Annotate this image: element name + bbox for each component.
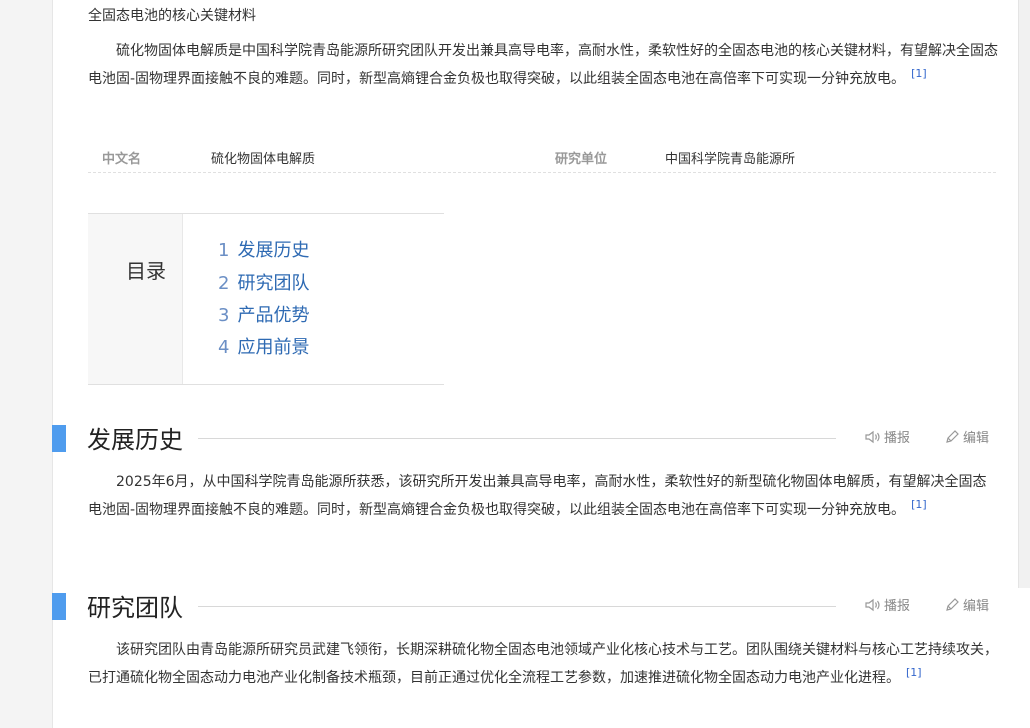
toc-item-label: 研究团队 [237, 273, 310, 294]
lemma-subtitle: 全固态电池的核心关键材料 [88, 8, 256, 24]
play-label: 播报 [884, 431, 911, 446]
toc-item-number: 3 [218, 305, 230, 326]
section-header-history: 发展历史 播报 编辑 [52, 422, 1012, 454]
section-accent-bar [52, 593, 66, 620]
scrollbar-track[interactable] [1018, 0, 1030, 588]
toc-item-label: 产品优势 [237, 305, 310, 326]
left-gutter [0, 0, 53, 728]
edit-button[interactable]: 编辑 [945, 595, 989, 614]
history-reference-link[interactable]: [1] [911, 498, 927, 511]
basic-info-label-institution: 研究单位 [555, 152, 608, 167]
toc-item-number: 1 [218, 240, 230, 261]
toc-item-advantages[interactable]: 3 产品优势 [218, 301, 309, 327]
play-audio-button[interactable]: 播报 [865, 427, 910, 446]
toc-item-number: 4 [218, 337, 230, 358]
pencil-icon [946, 430, 959, 443]
play-label: 播报 [884, 599, 911, 614]
team-reference-link[interactable]: [1] [906, 666, 922, 679]
history-text: 2025年6月，从中国科学院青岛能源所获悉，该研究所开发出兼具高导电率，高耐水性… [88, 474, 987, 518]
summary-text: 硫化物固体电解质是中国科学院青岛能源所研究团队开发出兼具高导电率，高耐水性，柔软… [88, 43, 998, 87]
section-header-team: 研究团队 播报 编辑 [52, 590, 1012, 622]
edit-button[interactable]: 编辑 [945, 427, 989, 446]
section-divider [198, 438, 836, 439]
toc-title-box: 目录 [88, 214, 183, 384]
toc-item-prospects[interactable]: 4 应用前景 [218, 333, 309, 359]
basic-info: 中文名 硫化物固体电解质 研究单位 中国科学院青岛能源所 [88, 144, 996, 173]
edit-label: 编辑 [963, 599, 990, 614]
toc-item-history[interactable]: 1 发展历史 [218, 236, 309, 262]
section-accent-bar [52, 425, 66, 452]
pencil-icon [946, 598, 959, 611]
section-paragraph-team: 该研究团队由青岛能源所研究员武建飞领衔，长期深耕硫化物全固态电池领域产业化核心技… [88, 636, 998, 692]
section-title: 研究团队 [87, 594, 183, 622]
table-of-contents: 目录 1 发展历史 2 研究团队 3 产品优势 4 应用前景 [88, 213, 444, 385]
lemma-summary: 硫化物固体电解质是中国科学院青岛能源所研究团队开发出兼具高导电率，高耐水性，柔软… [88, 37, 998, 93]
section-divider [198, 606, 836, 607]
speaker-icon [865, 598, 880, 612]
summary-reference-link[interactable]: [1] [911, 67, 927, 80]
team-text: 该研究团队由青岛能源所研究员武建飞领衔，长期深耕硫化物全固态电池领域产业化核心技… [88, 642, 998, 686]
toc-item-label: 应用前景 [237, 337, 310, 358]
toc-item-number: 2 [218, 273, 230, 294]
play-audio-button[interactable]: 播报 [865, 595, 910, 614]
speaker-icon [865, 430, 880, 444]
toc-item-team[interactable]: 2 研究团队 [218, 269, 309, 295]
basic-info-value-institution: 中国科学院青岛能源所 [665, 152, 796, 167]
toc-item-label: 发展历史 [237, 240, 310, 261]
section-title: 发展历史 [87, 426, 183, 454]
edit-label: 编辑 [963, 431, 990, 446]
basic-info-value-chinese-name: 硫化物固体电解质 [211, 152, 316, 167]
toc-title: 目录 [126, 259, 166, 283]
basic-info-label-chinese-name: 中文名 [102, 152, 142, 167]
section-paragraph-history: 2025年6月，从中国科学院青岛能源所获悉，该研究所开发出兼具高导电率，高耐水性… [88, 468, 998, 524]
